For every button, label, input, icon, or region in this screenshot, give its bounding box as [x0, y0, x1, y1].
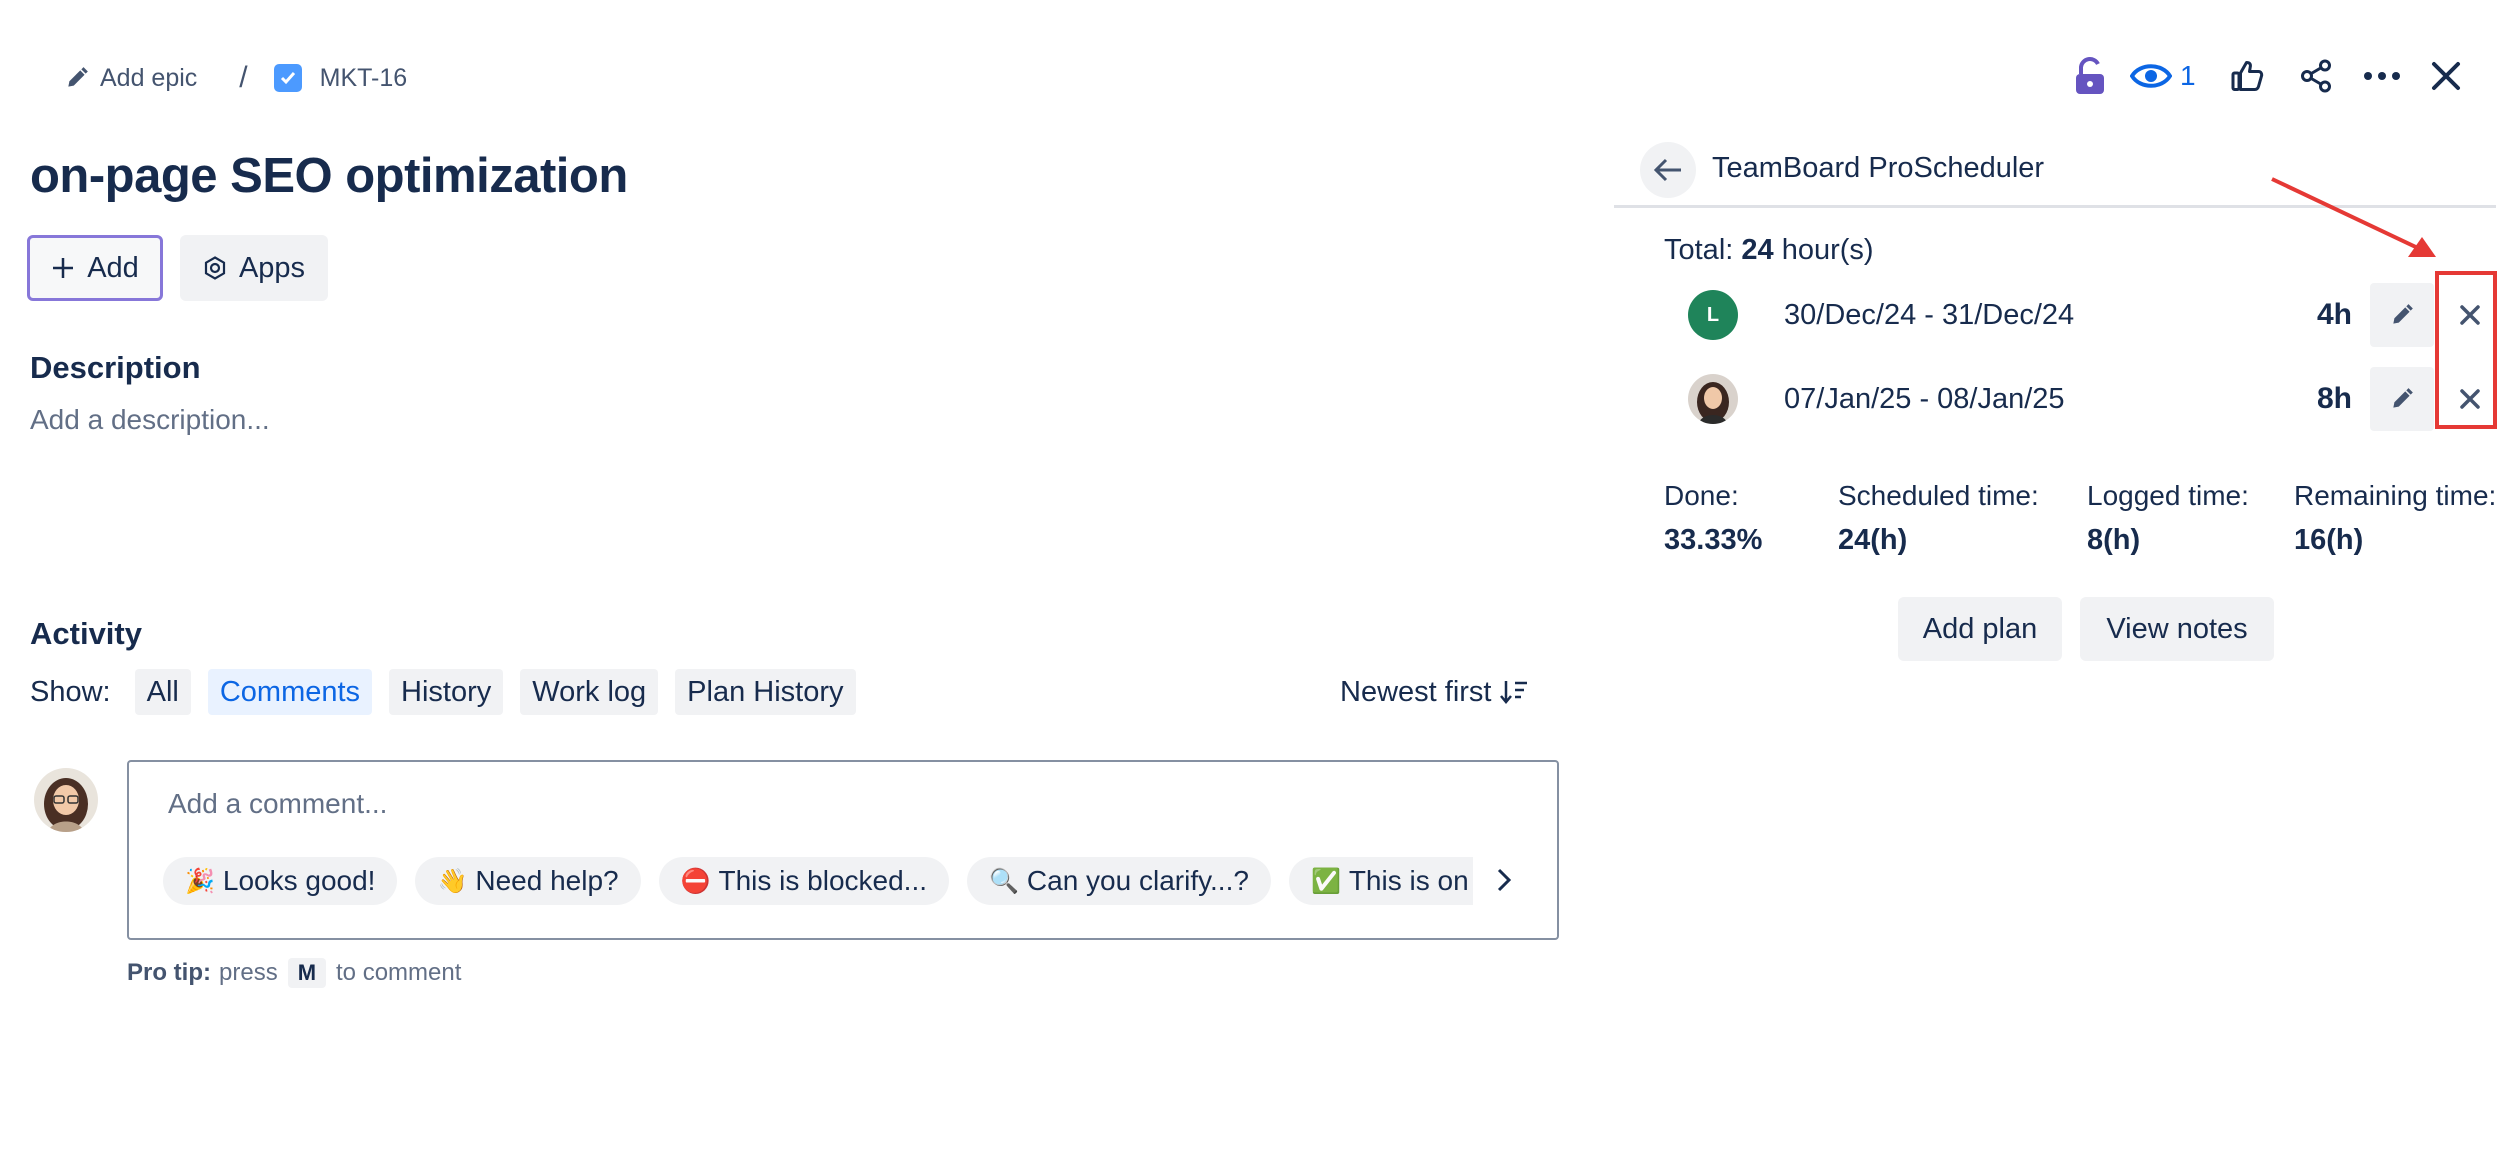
pencil-icon	[2393, 304, 2413, 324]
filter-work-log[interactable]: Work log	[520, 669, 659, 715]
plus-icon	[53, 258, 74, 278]
pencil-icon	[2393, 388, 2413, 408]
filter-all[interactable]: All	[134, 669, 191, 715]
quick-reply-label: Looks good!	[222, 865, 376, 896]
stat-label: Scheduled time:	[1838, 480, 2039, 511]
plan-hours: 8h	[2316, 382, 2352, 415]
stat-scheduled: Scheduled time: 24(h)	[1838, 480, 2039, 557]
plan-row: 07/Jan/25 - 08/Jan/25 8h	[1664, 367, 2502, 431]
chevron-right-icon[interactable]	[1484, 860, 1524, 900]
description-heading: Description	[30, 350, 201, 385]
quick-reply-looks-good[interactable]: 🎉 Looks good!	[163, 857, 398, 905]
scheduler-title: TeamBoard ProScheduler	[1712, 152, 2045, 184]
assignee-avatar	[1688, 374, 1738, 424]
stat-remaining: Remaining time: 16(h)	[2294, 480, 2496, 557]
plan-row: L 30/Dec/24 - 31/Dec/24 4h	[1664, 283, 2502, 347]
more-icon[interactable]	[2358, 52, 2406, 100]
apps-button[interactable]: Apps	[180, 235, 328, 301]
total-unit: hour(s)	[1781, 234, 1874, 266]
total-label: Total:	[1664, 234, 1734, 266]
filter-history[interactable]: History	[389, 669, 504, 715]
stat-label: Remaining time:	[2294, 480, 2497, 511]
stat-value: 24(h)	[1838, 524, 1908, 556]
filter-comments[interactable]: Comments	[207, 669, 373, 715]
quick-reply-clarify[interactable]: 🔍 Can you clarify...?	[967, 857, 1271, 905]
add-epic-link[interactable]: Add epic	[100, 64, 197, 93]
issue-title[interactable]: on-page SEO optimization	[30, 148, 628, 204]
pro-tip-label: Pro tip:	[127, 959, 211, 986]
lock-icon[interactable]	[2066, 52, 2114, 100]
stat-value: 8(h)	[2087, 524, 2141, 556]
edit-plan-button[interactable]	[2370, 367, 2434, 431]
magnifier-emoji-icon: 🔍	[989, 867, 1019, 895]
watch-count: 1	[2180, 60, 2196, 91]
apps-icon	[204, 256, 226, 280]
back-arrow-icon[interactable]	[1640, 142, 1696, 198]
stat-logged: Logged time: 8(h)	[2087, 480, 2249, 557]
sort-order-label: Newest first	[1340, 675, 1492, 708]
quick-reply-on-track[interactable]: ✅This is on track	[1288, 857, 1473, 905]
eye-icon	[2130, 60, 2172, 92]
quick-reply-blocked[interactable]: ⛔ This is blocked...	[658, 857, 950, 905]
comment-input[interactable]: Add a comment...	[168, 788, 387, 820]
add-button-label: Add	[87, 251, 139, 284]
close-icon[interactable]	[2422, 52, 2470, 100]
total-value: 24	[1741, 234, 1774, 266]
party-emoji-icon: 🎉	[185, 867, 215, 895]
current-user-avatar	[34, 768, 98, 832]
quick-reply-label: This is blocked...	[718, 865, 928, 896]
assignee-avatar: L	[1688, 290, 1738, 340]
task-type-icon	[273, 64, 302, 92]
activity-filter-bar: Show: All Comments History Work log Plan…	[30, 668, 873, 716]
sort-descending-icon	[1500, 681, 1528, 704]
show-label: Show:	[30, 675, 111, 708]
add-button[interactable]: Add	[27, 235, 163, 301]
view-notes-button[interactable]: View notes	[2080, 597, 2274, 661]
quick-reply-label: This is on track	[1348, 865, 1473, 896]
plan-hours: 4h	[2316, 298, 2352, 331]
pro-tip-press: press	[219, 959, 278, 986]
comment-box[interactable]	[127, 760, 1559, 940]
check-emoji-icon: ✅	[1310, 867, 1341, 895]
watch-button[interactable]: 1	[2130, 60, 2196, 92]
share-icon[interactable]	[2292, 52, 2340, 100]
breadcrumb-separator: /	[239, 61, 248, 94]
pencil-icon	[64, 65, 90, 91]
stat-done: Done: 33.33%	[1664, 480, 1762, 557]
quick-replies: 🎉 Looks good! 👋 Need help? ⛔ This is blocke…	[163, 857, 1473, 905]
activity-heading: Activity	[30, 616, 142, 651]
no-entry-emoji-icon: ⛔	[680, 867, 711, 895]
quick-reply-label: Need help?	[475, 865, 619, 896]
stat-label: Done:	[1664, 480, 1739, 511]
add-plan-button[interactable]: Add plan	[1898, 597, 2062, 661]
edit-plan-button[interactable]	[2370, 283, 2434, 347]
stat-value: 33.33%	[1664, 524, 1763, 556]
pro-tip-suffix: to comment	[336, 959, 462, 986]
description-field[interactable]: Add a description...	[30, 404, 270, 436]
plan-dates: 07/Jan/25 - 08/Jan/25	[1784, 382, 2065, 415]
highlight-box	[2435, 271, 2497, 429]
wave-emoji-icon: 👋	[437, 867, 468, 895]
plan-dates: 30/Dec/24 - 31/Dec/24	[1784, 298, 2075, 331]
stat-value: 16(h)	[2294, 524, 2364, 556]
apps-button-label: Apps	[238, 251, 306, 284]
issue-key-link[interactable]: MKT-16	[320, 64, 408, 93]
stat-label: Logged time:	[2087, 480, 2249, 511]
scheduler-total: Total: 24 hour(s)	[1664, 234, 1874, 267]
filter-plan-history[interactable]: Plan History	[675, 669, 856, 715]
issue-actions-toolbar: 1	[2066, 52, 2470, 100]
like-icon[interactable]	[2224, 52, 2272, 100]
quick-reply-label: Can you clarify...?	[1026, 865, 1249, 896]
breadcrumb: Add epic / MKT-16	[64, 58, 407, 98]
sort-order-button[interactable]: Newest first	[1340, 668, 1529, 716]
annotation-arrow	[2271, 177, 2436, 257]
quick-reply-need-help[interactable]: 👋 Need help?	[415, 857, 641, 905]
pro-tip: Pro tip: press M to comment	[127, 958, 461, 988]
keyboard-shortcut-key: M	[287, 958, 327, 988]
